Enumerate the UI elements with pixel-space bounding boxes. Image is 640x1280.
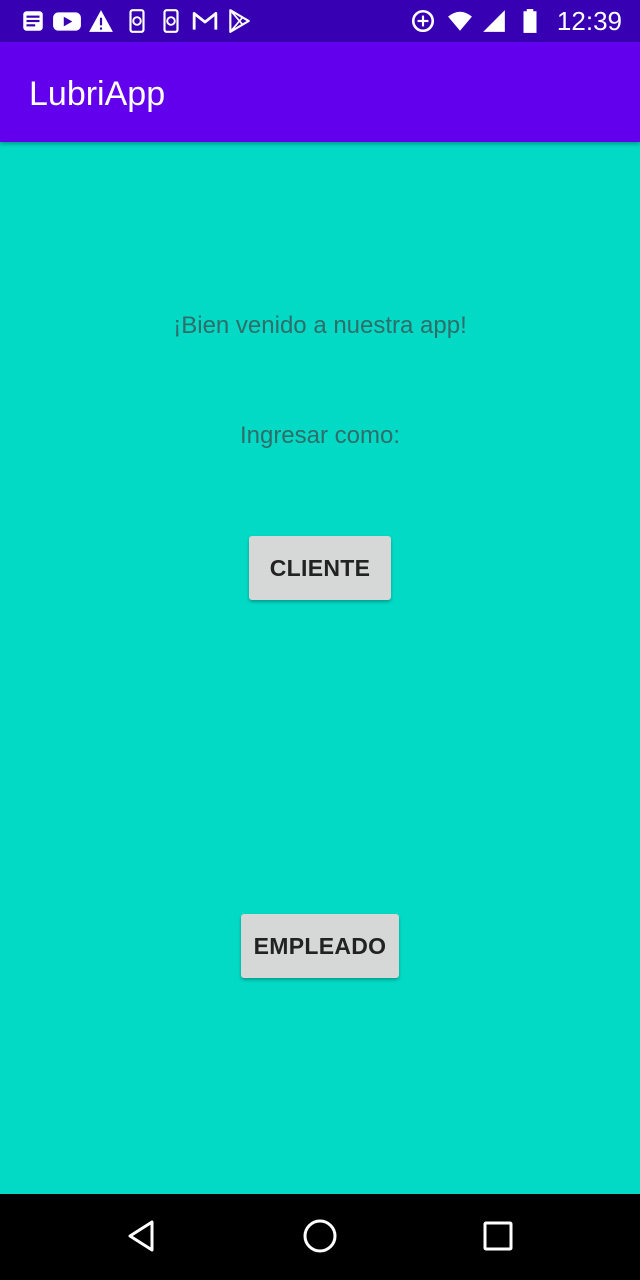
- app-screen: 12:39 LubriApp ¡Bien venido a nuestra ap…: [0, 0, 640, 1280]
- data-saver-icon: [411, 9, 435, 33]
- wifi-icon: [448, 11, 472, 31]
- notes-icon: [23, 11, 43, 31]
- empleado-button[interactable]: EMPLEADO: [241, 914, 399, 978]
- recents-icon[interactable]: [478, 1216, 518, 1256]
- battery-icon: [523, 9, 537, 33]
- welcome-text: ¡Bien venido a nuestra app!: [173, 312, 467, 339]
- signal-icon: [483, 10, 505, 32]
- status-bar: 12:39: [0, 0, 640, 42]
- phone-sync-icon: [129, 9, 145, 33]
- clock: 12:39: [556, 6, 622, 36]
- warning-icon: [89, 10, 113, 32]
- app-bar: LubriApp: [0, 42, 640, 142]
- phone-sync-icon: [163, 9, 179, 33]
- gmail-icon: [192, 12, 218, 30]
- play-store-icon: [229, 9, 250, 33]
- app-title: LubriApp: [29, 75, 166, 113]
- youtube-icon: [53, 12, 81, 31]
- login-as-label: Ingresar como:: [239, 422, 401, 449]
- back-icon[interactable]: [122, 1216, 162, 1256]
- cliente-button[interactable]: CLIENTE: [249, 536, 391, 600]
- navigation-bar: [0, 1194, 640, 1280]
- home-icon[interactable]: [300, 1216, 340, 1256]
